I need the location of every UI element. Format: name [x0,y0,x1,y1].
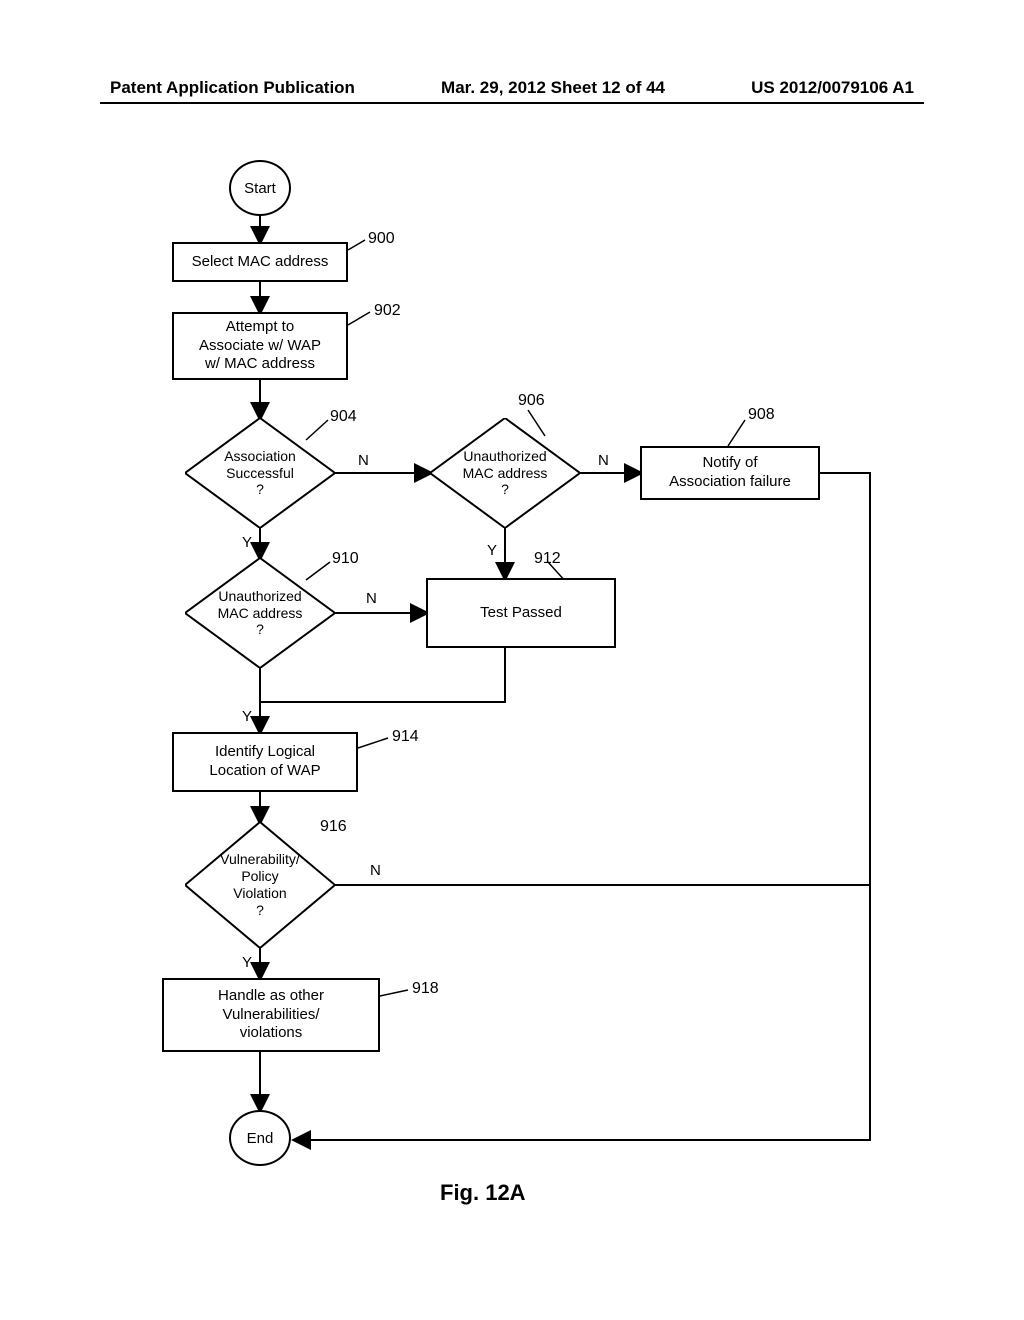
header-right: US 2012/0079106 A1 [751,78,914,98]
ref-906: 906 [518,392,545,410]
decision-906-label: Unauthorized MAC address ? [463,448,548,498]
process-902-label: Attempt to Associate w/ WAP w/ MAC addre… [199,318,321,374]
flowchart-canvas: Start Select MAC address 900 Attempt to … [130,150,910,1200]
decision-906: Unauthorized MAC address ? [430,418,580,528]
process-918: Handle as other Vulnerabilities/ violati… [162,978,380,1052]
edge-910-n: N [366,590,377,607]
decision-910-label: Unauthorized MAC address ? [218,588,303,638]
process-900: Select MAC address [172,242,348,282]
terminal-start: Start [229,160,291,216]
ref-908: 908 [748,406,775,424]
decision-904: Association Successful ? [185,418,335,528]
process-900-label: Select MAC address [192,253,329,272]
edge-906-n: N [598,452,609,469]
edge-906-y: Y [487,542,497,559]
terminal-end: End [229,1110,291,1166]
decision-916: Vulnerability/ Policy Violation ? [185,822,335,948]
ref-916: 916 [320,818,347,836]
edge-916-y: Y [242,954,252,971]
edge-916-n: N [370,862,381,879]
process-912-label: Test Passed [480,604,562,623]
process-912: Test Passed [426,578,616,648]
ref-904: 904 [330,408,357,426]
edge-904-y: Y [242,534,252,551]
edge-904-n: N [358,452,369,469]
process-902: Attempt to Associate w/ WAP w/ MAC addre… [172,312,348,380]
terminal-end-label: End [247,1130,274,1147]
decision-916-label: Vulnerability/ Policy Violation ? [220,851,300,918]
header-mid: Mar. 29, 2012 Sheet 12 of 44 [441,78,665,98]
figure-caption: Fig. 12A [440,1180,526,1206]
ref-910: 910 [332,550,359,568]
process-908-label: Notify of Association failure [669,454,791,492]
header-rule [100,102,924,104]
header-left: Patent Application Publication [110,78,355,98]
ref-914: 914 [392,728,419,746]
edge-910-y: Y [242,708,252,725]
process-908: Notify of Association failure [640,446,820,500]
ref-918: 918 [412,980,439,998]
decision-904-label: Association Successful ? [224,448,296,498]
ref-902: 902 [374,302,401,320]
terminal-start-label: Start [244,180,276,197]
process-914-label: Identify Logical Location of WAP [209,743,320,781]
process-918-label: Handle as other Vulnerabilities/ violati… [218,987,324,1043]
decision-910: Unauthorized MAC address ? [185,558,335,668]
process-914: Identify Logical Location of WAP [172,732,358,792]
page-header: Patent Application Publication Mar. 29, … [0,78,1024,98]
ref-900: 900 [368,230,395,248]
ref-912: 912 [534,550,561,568]
